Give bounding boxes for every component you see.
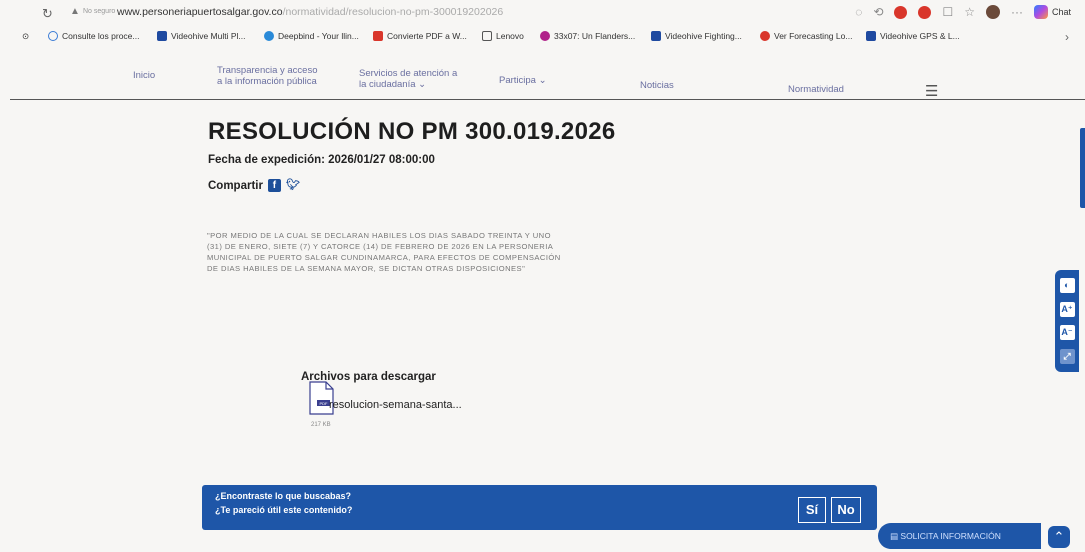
extension-icon[interactable]: ⟲ [873,5,883,19]
bookmark-item[interactable]: Videohive GPS & L... [866,31,960,41]
nav-label: Transparencia y acceso [217,65,318,76]
pdf-converter-icon [373,31,383,41]
video-site-icon [540,31,550,41]
hamburger-menu-icon[interactable]: ☰ [925,82,938,100]
request-information-label: SOLICITA INFORMACIÓN [900,531,1001,541]
chat-label[interactable]: Chat [1052,7,1071,17]
globe-icon [48,31,58,41]
more-icon[interactable]: ··· [1011,5,1023,19]
no-button[interactable]: No [831,497,861,523]
description-line: "POR MEDIO DE LA CUAL SE DECLARAN HABILE… [207,231,551,240]
share-label: Compartir [208,179,263,192]
bookmark-label: Videohive GPS & L... [880,31,960,41]
bookmark-label: Lenovo [496,31,524,41]
nav-servicios[interactable]: Servicios de atención a la ciudadanía ⌄ [359,68,457,90]
chevron-right-icon[interactable]: › [1065,30,1069,44]
feedback-banner: ¿Encontraste lo que buscabas? ¿Te pareci… [202,485,877,530]
side-panel-edge [1080,128,1085,208]
nav-divider [10,99,1085,100]
request-information-button[interactable]: ▤ SOLICITA INFORMACIÓN [878,523,1041,549]
file-size: 217 KB [311,422,331,428]
accessibility-toolbar: ◐ A⁺ A⁻ ⤢ [1055,270,1079,372]
description-line: MUNICIPAL DE PUERTO SALGAR CUNDINAMARCA,… [207,253,561,262]
resolution-description: "POR MEDIO DE LA CUAL SE DECLARAN HABILE… [207,230,637,274]
copilot-icon[interactable] [1033,5,1048,19]
form-icon: ▤ [890,531,901,541]
deepbind-icon [264,31,274,41]
videohive-icon [866,31,876,41]
contrast-icon[interactable]: ◐ [1059,278,1075,294]
videohive-icon [157,31,167,41]
description-line: DE DIAS HABILES DE LA SEMANA MAYOR, SE D… [207,264,526,273]
file-name-link[interactable]: resolucion-semana-santa... [329,399,462,411]
url-path: /normatividad/resolucion-no-pm-300019202… [282,6,504,18]
bookmark-item[interactable]: Convierte PDF a W... [373,31,467,41]
bookmark-label: Convierte PDF a W... [387,31,467,41]
address-bar: ↻ ▲ No seguro www.personeriapuertosalgar… [0,0,1085,26]
bookmark-item[interactable]: Ver Forecasting Lo... [760,31,852,41]
bookmark-item[interactable]: Videohive Multi Pl... [157,31,246,41]
warning-icon[interactable]: ▲ [70,6,80,17]
videohive-icon [651,31,661,41]
favorites-icon[interactable]: ☆ [964,5,975,19]
reader-icon[interactable]: ◌ [855,5,862,19]
nav-participa[interactable]: Participa ⌄ [499,75,547,86]
nav-label: Servicios de atención a [359,68,458,79]
description-line: (31) DE ENERO, SIETE (7) Y CATORCE (14) … [207,242,554,251]
site-navigation: Inicio Transparencia y acceso a la infor… [0,62,1085,98]
issue-date: Fecha de expedición: 2026/01/27 08:00:00 [208,154,435,166]
split-screen-icon[interactable]: ☐ [942,5,953,19]
bookmarks-toggle-icon[interactable]: ⊙ [22,31,29,42]
nav-noticias[interactable]: Noticias [640,80,674,91]
bookmark-label: Ver Forecasting Lo... [774,31,853,41]
yes-button[interactable]: Sí [798,497,826,523]
nav-inicio[interactable]: Inicio [133,70,155,81]
page-title: RESOLUCIÓN NO PM 300.019.2026 [208,118,616,145]
nav-transparencia[interactable]: Transparencia y acceso a la información … [217,65,318,87]
bookmark-item[interactable]: Videohive Fighting... [651,31,742,41]
url-field[interactable]: www.personeriapuertosalgar.gov.co/normat… [117,6,503,18]
bookmark-label: Consulte los proce... [62,31,140,41]
url-host: www.personeriapuertosalgar.gov.co [117,6,283,18]
increase-font-button[interactable]: A⁺ [1059,301,1075,317]
adblock-icon[interactable] [894,5,908,19]
bookmark-label: Videohive Fighting... [665,31,742,41]
bookmark-item[interactable]: 33x07: Un Flanders... [540,31,635,41]
bookmark-label: 33x07: Un Flanders... [554,31,636,41]
forecasting-icon [760,31,770,41]
browser-toolbar-icons: ◌ ⟲ ☐ ☆ ··· Chat [855,5,1071,19]
not-secure-label[interactable]: No seguro [83,8,115,15]
nav-label: a la información pública [217,76,317,87]
nav-normatividad[interactable]: Normatividad [788,84,844,95]
bookmark-item[interactable]: Lenovo [482,31,524,41]
reload-icon[interactable]: ↻ [42,6,53,22]
nav-label: la ciudadanía ⌄ [359,79,427,90]
share-row: Compartir f 🐦︎ [208,179,300,192]
expand-icon[interactable]: ⤢ [1059,348,1075,364]
scroll-top-icon[interactable]: ⌃ [1048,526,1070,548]
bookmark-label: Videohive Multi Pl... [171,31,246,41]
profile-avatar[interactable] [985,5,1000,19]
bookmark-label: Deepbind - Your llin... [278,31,359,41]
bookmark-item[interactable]: Consulte los proce... [48,31,139,41]
twitter-icon[interactable]: 🐦︎ [286,179,300,192]
bookmark-item[interactable]: Deepbind - Your llin... [264,31,359,41]
feedback-question-2: ¿Te pareció útil este contenido? [215,505,353,515]
pdf-tag: PDF [320,401,329,406]
bookmarks-bar: ⊙ Consulte los proce... Videohive Multi … [0,28,1085,48]
decrease-font-button[interactable]: A⁻ [1059,325,1075,341]
opera-icon[interactable] [918,5,932,19]
feedback-question-1: ¿Encontraste lo que buscabas? [215,491,352,501]
folder-icon [482,31,492,41]
facebook-icon[interactable]: f [267,179,281,192]
